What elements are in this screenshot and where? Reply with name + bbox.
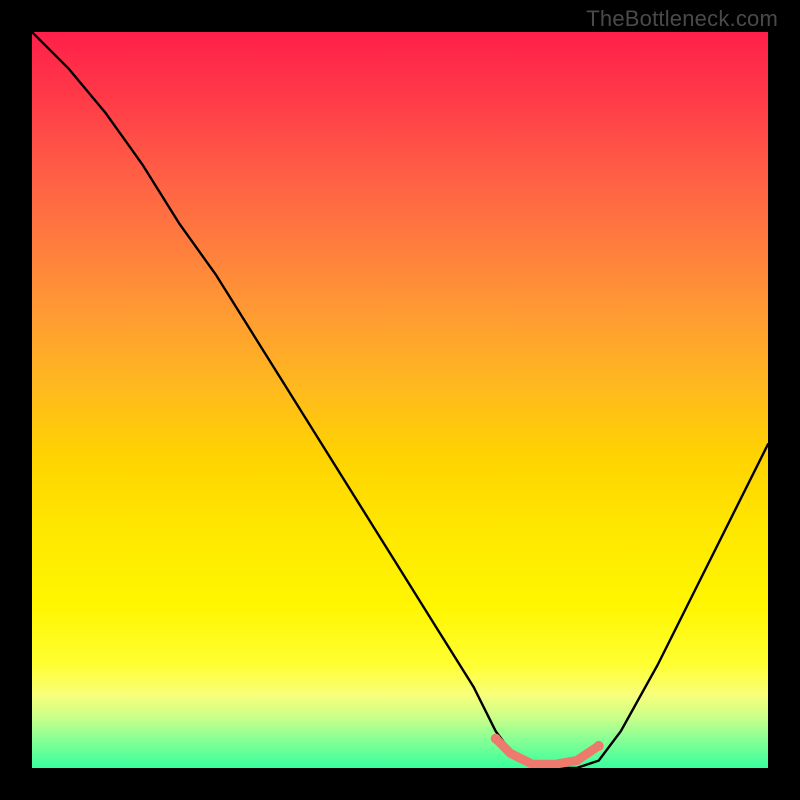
chart-frame: TheBottleneck.com — [0, 0, 800, 800]
valley-highlight-dot-start — [491, 734, 501, 744]
bottleneck-curve-path — [32, 32, 768, 768]
valley-highlight-dot-end — [594, 741, 604, 751]
plot-area — [32, 32, 768, 768]
watermark-label: TheBottleneck.com — [586, 6, 778, 32]
chart-svg — [32, 32, 768, 768]
valley-highlight-path — [496, 739, 599, 765]
